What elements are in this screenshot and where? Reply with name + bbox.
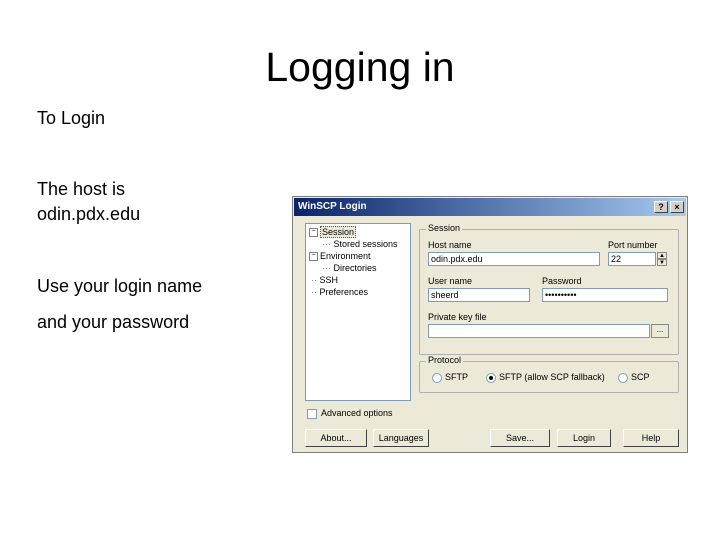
help-icon[interactable]: ?	[654, 201, 668, 213]
settings-tree: − Session ··· Stored sessions − Environmen…	[305, 223, 411, 401]
tree-item-label: SSH	[319, 275, 339, 285]
tree-item-label: Stored sessions	[333, 239, 398, 249]
tree-item-environment[interactable]: − Environment	[309, 251, 371, 262]
collapse-icon[interactable]: −	[309, 252, 318, 262]
tree-item-label: Directories	[333, 263, 377, 273]
bullet-to-login: To Login	[37, 108, 106, 128]
host-name-input[interactable]: odin.pdx.edu	[428, 252, 600, 266]
protocol-group: Protocol SFTP SFTP (allow SCP fallback) …	[419, 355, 679, 393]
radio-scp[interactable]: SCP	[618, 372, 650, 383]
advanced-options-label: Advanced options	[321, 408, 393, 418]
window-titlebar[interactable]: WinSCP Login ? ×	[294, 198, 686, 216]
languages-button[interactable]: Languages	[373, 429, 429, 447]
radio-sftp-scp-fallback[interactable]: SFTP (allow SCP fallback)	[486, 372, 605, 383]
radio-label: SCP	[631, 372, 650, 382]
spin-down-icon[interactable]: ▼	[657, 259, 667, 266]
password-label: Password	[542, 276, 582, 286]
bullet-password: and your password	[37, 312, 190, 332]
spin-up-icon[interactable]: ▲	[657, 252, 667, 259]
user-name-input[interactable]: sheerd	[428, 288, 530, 302]
browse-button[interactable]: ...	[651, 324, 669, 338]
port-number-label: Port number	[608, 240, 658, 250]
session-legend: Session	[426, 223, 463, 233]
host-name-label: Host name	[428, 240, 472, 250]
session-group: Session Host name odin.pdx.edu Port numb…	[419, 223, 679, 355]
private-key-input[interactable]	[428, 324, 650, 338]
bullet-login-name: Use your login name	[37, 276, 203, 296]
tree-item-ssh[interactable]: ·· SSH	[311, 275, 338, 285]
slide-title-text: Logging in	[265, 44, 455, 90]
radio-icon[interactable]	[432, 372, 442, 383]
radio-label: SFTP (allow SCP fallback)	[499, 372, 605, 382]
tree-item-label: Environment	[320, 251, 371, 261]
collapse-icon[interactable]: −	[309, 228, 318, 238]
checkbox-icon[interactable]	[307, 408, 317, 419]
about-button[interactable]: About...	[305, 429, 367, 447]
tree-item-session[interactable]: − Session	[309, 226, 357, 238]
port-number-input[interactable]: 22	[608, 252, 656, 266]
tree-item-label: Session	[320, 226, 357, 238]
protocol-legend: Protocol	[426, 355, 464, 365]
save-button[interactable]: Save...	[490, 429, 550, 447]
advanced-options-checkbox[interactable]: Advanced options	[307, 408, 393, 419]
window-title: WinSCP Login	[298, 201, 367, 212]
password-input[interactable]: ••••••••••	[542, 288, 668, 302]
login-button[interactable]: Login	[557, 429, 611, 447]
slide-title: Logging in	[0, 44, 720, 91]
bullet-host: The host is odin.pdx.edu	[37, 179, 141, 224]
close-icon[interactable]: ×	[670, 201, 684, 213]
radio-sftp[interactable]: SFTP	[432, 372, 468, 383]
private-key-label: Private key file	[428, 312, 487, 322]
tree-item-preferences[interactable]: ·· Preferences	[311, 287, 368, 297]
port-spinner[interactable]: ▲ ▼	[657, 252, 667, 266]
user-name-label: User name	[428, 276, 473, 286]
tree-item-label: Preferences	[319, 287, 369, 297]
radio-label: SFTP	[445, 372, 469, 382]
tree-item-stored-sessions[interactable]: ··· Stored sessions	[322, 239, 398, 249]
tree-item-directories[interactable]: ··· Directories	[322, 263, 377, 273]
radio-selected-icon[interactable]	[486, 372, 496, 383]
winscp-login-window: WinSCP Login ? × − Session ··· Stored ses…	[292, 196, 688, 453]
help-button[interactable]: Help	[623, 429, 679, 447]
radio-icon[interactable]	[618, 372, 628, 383]
